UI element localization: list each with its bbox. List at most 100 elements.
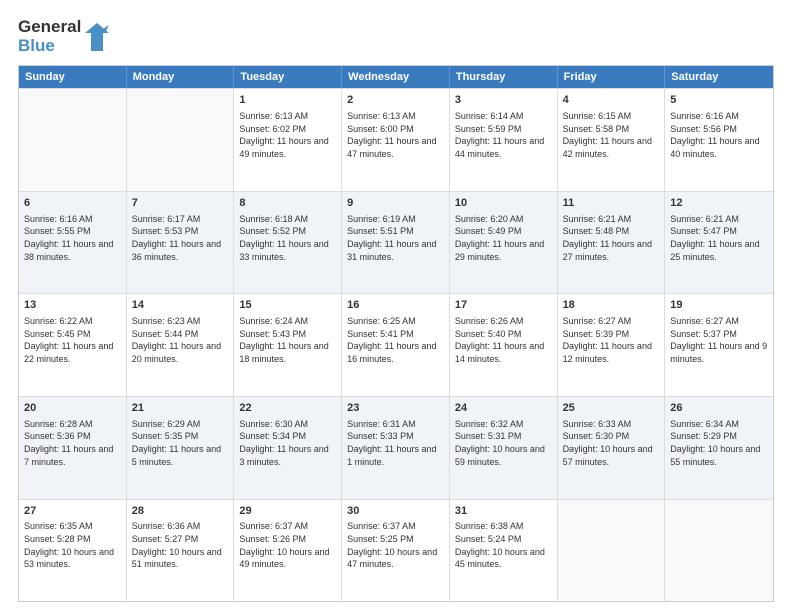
- day-number: 20: [24, 401, 121, 416]
- day-number: 15: [239, 298, 336, 313]
- day-number: 23: [347, 401, 444, 416]
- calendar-cell: 26Sunrise: 6:34 AM Sunset: 5:29 PM Dayli…: [665, 397, 773, 499]
- cell-content: Sunrise: 6:18 AM Sunset: 5:52 PM Dayligh…: [239, 213, 336, 263]
- day-number: 12: [670, 196, 768, 211]
- day-number: 13: [24, 298, 121, 313]
- day-number: 25: [563, 401, 660, 416]
- cell-content: Sunrise: 6:19 AM Sunset: 5:51 PM Dayligh…: [347, 213, 444, 263]
- day-number: 5: [670, 93, 768, 108]
- day-number: 27: [24, 504, 121, 519]
- day-number: 22: [239, 401, 336, 416]
- calendar-cell-empty: [19, 89, 127, 191]
- cell-content: Sunrise: 6:23 AM Sunset: 5:44 PM Dayligh…: [132, 315, 229, 365]
- cell-content: Sunrise: 6:16 AM Sunset: 5:55 PM Dayligh…: [24, 213, 121, 263]
- calendar-cell: 28Sunrise: 6:36 AM Sunset: 5:27 PM Dayli…: [127, 500, 235, 602]
- day-number: 16: [347, 298, 444, 313]
- cell-content: Sunrise: 6:21 AM Sunset: 5:47 PM Dayligh…: [670, 213, 768, 263]
- day-number: 3: [455, 93, 552, 108]
- cell-content: Sunrise: 6:36 AM Sunset: 5:27 PM Dayligh…: [132, 520, 229, 570]
- cell-content: Sunrise: 6:31 AM Sunset: 5:33 PM Dayligh…: [347, 418, 444, 468]
- calendar-cell: 18 Sunrise: 6:27 AM Sunset: 5:39 PM Dayli…: [558, 294, 666, 396]
- page: General Blue SundayMondayTuesdayWednesda…: [0, 0, 792, 612]
- calendar-week: 13 Sunrise: 6:22 AM Sunset: 5:45 PM Dayli…: [19, 293, 773, 396]
- cell-content: Sunrise: 6:17 AM Sunset: 5:53 PM Dayligh…: [132, 213, 229, 263]
- day-number: 6: [24, 196, 121, 211]
- logo-bird-icon: [85, 23, 109, 51]
- day-number: 28: [132, 504, 229, 519]
- day-number: 24: [455, 401, 552, 416]
- calendar-cell: 21 Sunrise: 6:29 AM Sunset: 5:35 PM Dayli…: [127, 397, 235, 499]
- calendar-cell: 9 Sunrise: 6:19 AM Sunset: 5:51 PM Daylig…: [342, 192, 450, 294]
- calendar-cell: 25 Sunrise: 6:33 AM Sunset: 5:30 PM Dayli…: [558, 397, 666, 499]
- day-number: 1: [239, 93, 336, 108]
- header: General Blue: [18, 18, 774, 55]
- calendar-cell: 30Sunrise: 6:37 AM Sunset: 5:25 PM Dayli…: [342, 500, 450, 602]
- cell-content: Sunrise: 6:15 AM Sunset: 5:58 PM Dayligh…: [563, 110, 660, 160]
- calendar-cell: 23 Sunrise: 6:31 AM Sunset: 5:33 PM Dayli…: [342, 397, 450, 499]
- calendar-body: 1 Sunrise: 6:13 AM Sunset: 6:02 PM Daylig…: [19, 88, 773, 601]
- cell-content: Sunrise: 6:26 AM Sunset: 5:40 PM Dayligh…: [455, 315, 552, 365]
- calendar-cell: 7Sunrise: 6:17 AM Sunset: 5:53 PM Daylig…: [127, 192, 235, 294]
- logo-line2: Blue: [18, 37, 81, 56]
- calendar-cell-empty: [665, 500, 773, 602]
- calendar-cell-empty: [127, 89, 235, 191]
- cell-content: Sunrise: 6:13 AM Sunset: 6:02 PM Dayligh…: [239, 110, 336, 160]
- calendar-cell: 20 Sunrise: 6:28 AM Sunset: 5:36 PM Dayli…: [19, 397, 127, 499]
- day-number: 11: [563, 196, 660, 211]
- logo: General Blue: [18, 18, 109, 55]
- calendar-cell: 14 Sunrise: 6:23 AM Sunset: 5:44 PM Dayli…: [127, 294, 235, 396]
- cell-content: Sunrise: 6:16 AM Sunset: 5:56 PM Dayligh…: [670, 110, 768, 160]
- cell-content: Sunrise: 6:32 AM Sunset: 5:31 PM Dayligh…: [455, 418, 552, 468]
- cell-content: Sunrise: 6:33 AM Sunset: 5:30 PM Dayligh…: [563, 418, 660, 468]
- cell-content: Sunrise: 6:34 AM Sunset: 5:29 PM Dayligh…: [670, 418, 768, 468]
- calendar-cell: 11Sunrise: 6:21 AM Sunset: 5:48 PM Dayli…: [558, 192, 666, 294]
- calendar-week: 27Sunrise: 6:35 AM Sunset: 5:28 PM Dayli…: [19, 499, 773, 602]
- day-number: 4: [563, 93, 660, 108]
- calendar-cell: 5 Sunrise: 6:16 AM Sunset: 5:56 PM Daylig…: [665, 89, 773, 191]
- calendar-header-cell: Friday: [558, 66, 666, 88]
- cell-content: Sunrise: 6:37 AM Sunset: 5:26 PM Dayligh…: [239, 520, 336, 570]
- cell-content: Sunrise: 6:20 AM Sunset: 5:49 PM Dayligh…: [455, 213, 552, 263]
- day-number: 14: [132, 298, 229, 313]
- calendar-cell: 16 Sunrise: 6:25 AM Sunset: 5:41 PM Dayli…: [342, 294, 450, 396]
- cell-content: Sunrise: 6:38 AM Sunset: 5:24 PM Dayligh…: [455, 520, 552, 570]
- day-number: 9: [347, 196, 444, 211]
- calendar: SundayMondayTuesdayWednesdayThursdayFrid…: [18, 65, 774, 602]
- calendar-cell: 13 Sunrise: 6:22 AM Sunset: 5:45 PM Dayli…: [19, 294, 127, 396]
- calendar-cell: 27Sunrise: 6:35 AM Sunset: 5:28 PM Dayli…: [19, 500, 127, 602]
- logo-line1: General: [18, 18, 81, 37]
- calendar-cell: 1 Sunrise: 6:13 AM Sunset: 6:02 PM Daylig…: [234, 89, 342, 191]
- day-number: 10: [455, 196, 552, 211]
- day-number: 29: [239, 504, 336, 519]
- calendar-cell: 15 Sunrise: 6:24 AM Sunset: 5:43 PM Dayli…: [234, 294, 342, 396]
- day-number: 8: [239, 196, 336, 211]
- calendar-header-cell: Saturday: [665, 66, 773, 88]
- cell-content: Sunrise: 6:37 AM Sunset: 5:25 PM Dayligh…: [347, 520, 444, 570]
- cell-content: Sunrise: 6:27 AM Sunset: 5:37 PM Dayligh…: [670, 315, 768, 365]
- calendar-cell: 17Sunrise: 6:26 AM Sunset: 5:40 PM Dayli…: [450, 294, 558, 396]
- cell-content: Sunrise: 6:22 AM Sunset: 5:45 PM Dayligh…: [24, 315, 121, 365]
- calendar-cell: 10 Sunrise: 6:20 AM Sunset: 5:49 PM Dayli…: [450, 192, 558, 294]
- day-number: 18: [563, 298, 660, 313]
- calendar-week: 6 Sunrise: 6:16 AM Sunset: 5:55 PM Daylig…: [19, 191, 773, 294]
- day-number: 21: [132, 401, 229, 416]
- calendar-header-cell: Thursday: [450, 66, 558, 88]
- calendar-cell-empty: [558, 500, 666, 602]
- cell-content: Sunrise: 6:27 AM Sunset: 5:39 PM Dayligh…: [563, 315, 660, 365]
- calendar-cell: 19Sunrise: 6:27 AM Sunset: 5:37 PM Dayli…: [665, 294, 773, 396]
- calendar-header-cell: Tuesday: [234, 66, 342, 88]
- day-number: 30: [347, 504, 444, 519]
- calendar-cell: 3Sunrise: 6:14 AM Sunset: 5:59 PM Daylig…: [450, 89, 558, 191]
- cell-content: Sunrise: 6:24 AM Sunset: 5:43 PM Dayligh…: [239, 315, 336, 365]
- calendar-cell: 24 Sunrise: 6:32 AM Sunset: 5:31 PM Dayli…: [450, 397, 558, 499]
- cell-content: Sunrise: 6:29 AM Sunset: 5:35 PM Dayligh…: [132, 418, 229, 468]
- calendar-header-row: SundayMondayTuesdayWednesdayThursdayFrid…: [19, 66, 773, 88]
- day-number: 31: [455, 504, 552, 519]
- calendar-header-cell: Wednesday: [342, 66, 450, 88]
- calendar-cell: 31Sunrise: 6:38 AM Sunset: 5:24 PM Dayli…: [450, 500, 558, 602]
- cell-content: Sunrise: 6:28 AM Sunset: 5:36 PM Dayligh…: [24, 418, 121, 468]
- calendar-header-cell: Monday: [127, 66, 235, 88]
- calendar-cell: 2Sunrise: 6:13 AM Sunset: 6:00 PM Daylig…: [342, 89, 450, 191]
- calendar-week: 20 Sunrise: 6:28 AM Sunset: 5:36 PM Dayli…: [19, 396, 773, 499]
- cell-content: Sunrise: 6:25 AM Sunset: 5:41 PM Dayligh…: [347, 315, 444, 365]
